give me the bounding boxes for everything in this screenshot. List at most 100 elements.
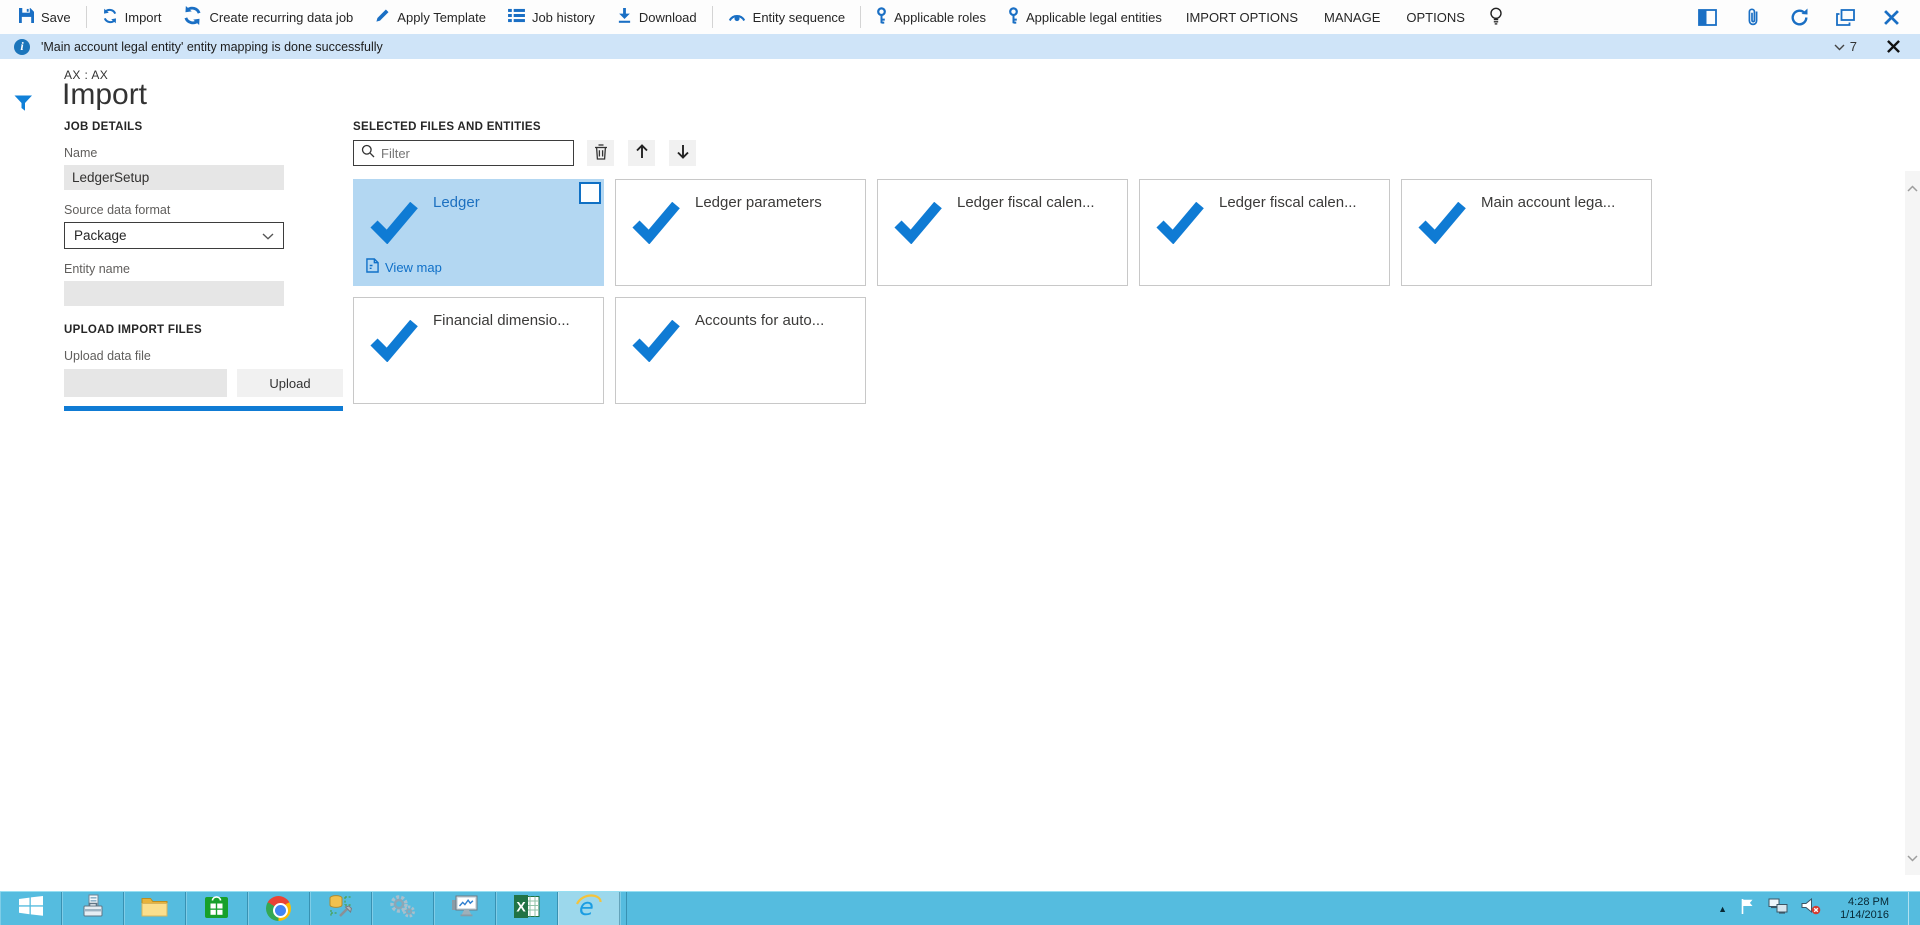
- upload-button[interactable]: Upload: [237, 369, 343, 397]
- performance-monitor-button[interactable]: [434, 892, 496, 925]
- download-button[interactable]: Download: [606, 0, 708, 34]
- chrome-button[interactable]: [248, 892, 310, 925]
- view-map-link[interactable]: View map: [366, 258, 442, 276]
- database-tools-icon: [328, 894, 354, 923]
- chevron-down-icon: [1834, 39, 1845, 54]
- download-icon: [617, 8, 632, 26]
- move-down-button[interactable]: [669, 140, 696, 166]
- internet-explorer-icon: e: [575, 893, 602, 924]
- check-icon: [1156, 201, 1204, 249]
- taskbar: X e ▲ 4:28 PM 1/14/2016: [0, 891, 1920, 925]
- pencil-icon: [375, 8, 390, 26]
- key-icon: [1008, 7, 1019, 27]
- notification-expander[interactable]: 7: [1834, 39, 1857, 54]
- delete-entity-button[interactable]: [587, 140, 614, 166]
- side-panel-icon[interactable]: [1696, 6, 1718, 28]
- excel-button[interactable]: X: [496, 892, 558, 925]
- list-icon: [508, 8, 525, 26]
- save-icon: [19, 8, 34, 26]
- network-icon[interactable]: [1768, 898, 1788, 919]
- svg-text:X: X: [516, 898, 526, 914]
- apply-template-button[interactable]: Apply Template: [364, 0, 497, 34]
- options-menu[interactable]: OPTIONS: [1393, 0, 1478, 34]
- entity-tile[interactable]: Ledger parameters: [615, 179, 866, 286]
- entity-tile[interactable]: Ledger fiscal calen...: [1139, 179, 1390, 286]
- action-center-flag-icon[interactable]: [1740, 898, 1755, 920]
- filter-funnel-icon[interactable]: [14, 95, 33, 117]
- map-document-icon: [366, 258, 379, 276]
- entity-tile-label: Accounts for auto...: [695, 312, 825, 329]
- refresh-icon[interactable]: [1788, 6, 1810, 28]
- create-recurring-data-job-button[interactable]: Create recurring data job: [172, 0, 364, 34]
- name-label: Name: [64, 146, 98, 160]
- page-title: Import: [62, 78, 148, 111]
- upload-file-field[interactable]: [64, 369, 227, 397]
- job-history-button[interactable]: Job history: [497, 0, 606, 34]
- job-details-heading: JOB DETAILS: [64, 121, 143, 133]
- scroll-down-icon[interactable]: [1907, 849, 1918, 867]
- help-lightbulb-button[interactable]: [1478, 0, 1514, 34]
- check-icon: [632, 201, 680, 249]
- entity-tile[interactable]: Accounts for auto...: [615, 297, 866, 404]
- lightbulb-icon: [1489, 7, 1503, 28]
- services-button[interactable]: [372, 892, 434, 925]
- entity-tile-grid: Ledger View map Ledger parameters Ledger…: [353, 179, 1663, 404]
- system-tray: ▲ 4:28 PM 1/14/2016: [1718, 892, 1920, 925]
- performance-monitor-icon: [451, 895, 478, 923]
- hidden-icons-button[interactable]: ▲: [1718, 904, 1727, 914]
- start-button[interactable]: [0, 892, 62, 925]
- entity-tile[interactable]: Financial dimensio...: [353, 297, 604, 404]
- upload-import-files-heading: UPLOAD IMPORT FILES: [64, 324, 202, 336]
- filter-input[interactable]: [381, 145, 566, 161]
- vertical-scrollbar[interactable]: [1905, 171, 1920, 875]
- store-icon: [204, 894, 229, 924]
- entity-sequence-button[interactable]: Entity sequence: [717, 0, 857, 34]
- manage-menu[interactable]: MANAGE: [1311, 0, 1393, 34]
- arrow-up-icon: [635, 144, 649, 162]
- entity-tile[interactable]: Ledger fiscal calen...: [877, 179, 1128, 286]
- taskbar-clock[interactable]: 4:28 PM 1/14/2016: [1840, 896, 1889, 922]
- excel-icon: X: [513, 894, 540, 923]
- applicable-legal-entities-button[interactable]: Applicable legal entities: [997, 0, 1173, 34]
- notification-message: 'Main account legal entity' entity mappi…: [41, 39, 383, 54]
- volume-muted-icon[interactable]: [1801, 897, 1821, 920]
- name-field[interactable]: [64, 165, 284, 190]
- server-manager-button[interactable]: [62, 892, 124, 925]
- internet-explorer-button[interactable]: e: [558, 892, 620, 925]
- attachments-icon[interactable]: [1742, 6, 1764, 28]
- entity-filter: [353, 140, 574, 166]
- check-icon: [370, 319, 418, 367]
- search-icon: [361, 144, 375, 163]
- import-button[interactable]: Import: [91, 0, 173, 34]
- check-icon: [894, 201, 942, 249]
- toolbar-separator: [711, 6, 713, 28]
- sync-icon: [102, 8, 118, 27]
- scroll-up-icon[interactable]: [1907, 179, 1918, 197]
- entity-tile[interactable]: Ledger View map: [353, 179, 604, 286]
- file-explorer-button[interactable]: [124, 892, 186, 925]
- upload-data-file-label: Upload data file: [64, 349, 151, 363]
- job-details-panel: JOB DETAILS Name Source data format Pack…: [64, 121, 343, 411]
- toolbar-separator: [85, 6, 87, 28]
- entity-tile[interactable]: Main account lega...: [1401, 179, 1652, 286]
- entity-tile-label: Ledger fiscal calen...: [1219, 194, 1357, 211]
- applicable-roles-button[interactable]: Applicable roles: [865, 0, 997, 34]
- info-icon: i: [14, 38, 30, 55]
- notification-close-button[interactable]: [1887, 40, 1900, 53]
- services-gears-icon: [389, 894, 416, 923]
- show-desktop-button[interactable]: [1908, 892, 1916, 925]
- toolbar-separator: [860, 6, 862, 28]
- entity-name-field[interactable]: [64, 281, 284, 306]
- screen: Save Import Create recurring data job Ap…: [0, 0, 1920, 925]
- tile-checkbox[interactable]: [579, 182, 601, 204]
- save-button[interactable]: Save: [8, 0, 82, 34]
- entity-tile-label: Financial dimensio...: [433, 312, 570, 329]
- entity-tile-label: Main account lega...: [1481, 194, 1616, 211]
- import-options-menu[interactable]: IMPORT OPTIONS: [1173, 0, 1311, 34]
- store-button[interactable]: [186, 892, 248, 925]
- move-up-button[interactable]: [628, 140, 655, 166]
- database-tools-button[interactable]: [310, 892, 372, 925]
- pop-out-icon[interactable]: [1834, 6, 1856, 28]
- source-data-format-select[interactable]: Package: [64, 222, 284, 249]
- close-icon[interactable]: [1880, 6, 1902, 28]
